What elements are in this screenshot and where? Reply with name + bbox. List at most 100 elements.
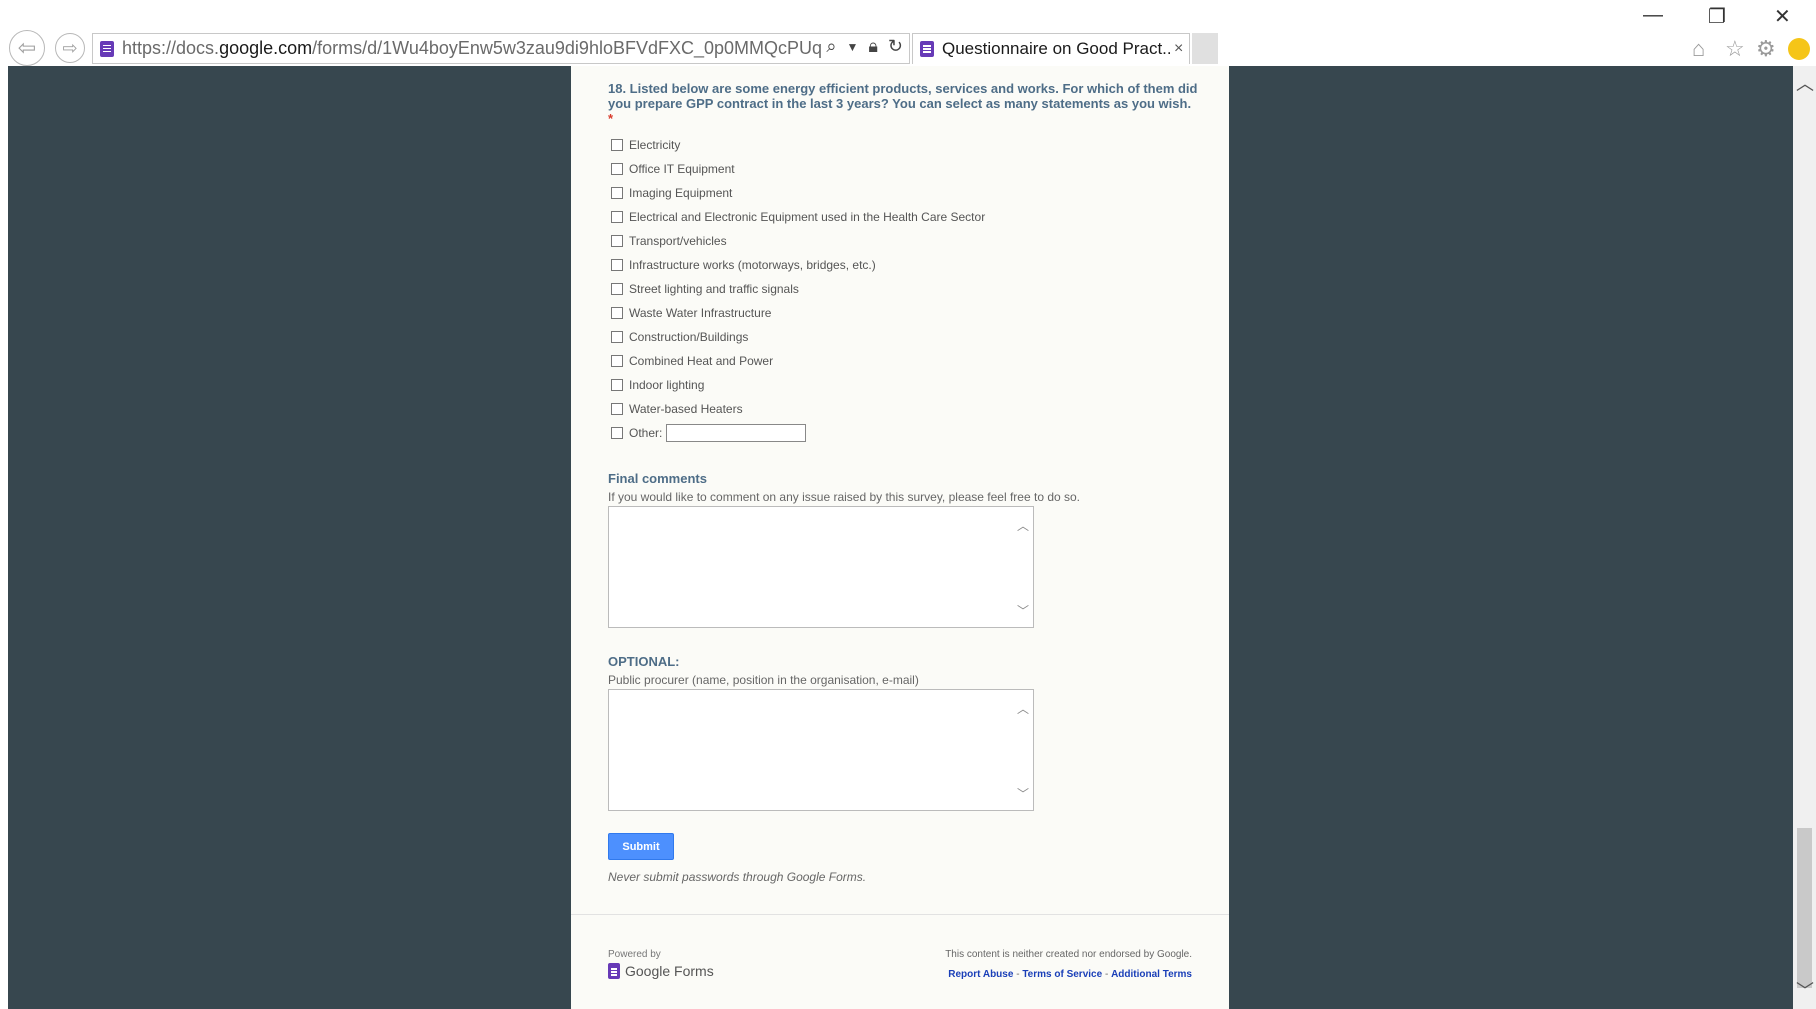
option-item[interactable]: Waste Water Infrastructure: [608, 301, 1198, 325]
final-comments-textarea[interactable]: ︿ ﹀: [608, 506, 1034, 628]
lock-icon[interactable]: 🔒︎: [868, 36, 878, 57]
url-text[interactable]: https://docs.google.com/forms/d/1Wu4boyE…: [122, 38, 822, 59]
option-label: Water-based Heaters: [629, 402, 743, 416]
tab-close-icon[interactable]: ×: [1174, 40, 1183, 58]
dropdown-arrow-icon[interactable]: ▼: [846, 36, 858, 57]
forward-button[interactable]: ⇨: [55, 33, 85, 63]
option-item[interactable]: Electricity: [608, 133, 1198, 157]
checkbox[interactable]: [611, 235, 623, 247]
settings-gear-icon[interactable]: ⚙: [1756, 36, 1776, 62]
checkbox[interactable]: [611, 307, 623, 319]
option-item[interactable]: Indoor lighting: [608, 373, 1198, 397]
question-text: 18. Listed below are some energy efficie…: [608, 81, 1198, 111]
link-separator: -: [1102, 969, 1112, 980]
url-domain: google.com: [219, 38, 313, 58]
option-label: Transport/vehicles: [629, 234, 727, 248]
forms-favicon-icon: [100, 40, 114, 57]
option-label: Combined Heat and Power: [629, 354, 774, 368]
checkbox[interactable]: [611, 427, 623, 439]
checkbox[interactable]: [611, 187, 623, 199]
scroll-down-icon[interactable]: ﹀: [1017, 602, 1029, 619]
tab-questionnaire[interactable]: Questionnaire on Good Pract... ×: [912, 33, 1190, 64]
optional-help: Public procurer (name, position in the o…: [608, 673, 919, 687]
option-item[interactable]: Construction/Buildings: [608, 325, 1198, 349]
optional-title: OPTIONAL:: [608, 654, 680, 669]
footer-links: Report Abuse - Terms of Service - Additi…: [945, 969, 1192, 980]
required-marker: *: [608, 111, 614, 126]
checkbox[interactable]: [611, 331, 623, 343]
disclaimer-text: This content is neither created nor endo…: [945, 949, 1192, 960]
search-icon[interactable]: ⌕: [826, 36, 836, 57]
browser-chrome: ⇦ ⇨ https://docs.google.com/forms/d/1Wu4…: [0, 0, 1816, 66]
home-icon[interactable]: ⌂: [1692, 36, 1705, 62]
option-item[interactable]: Street lighting and traffic signals: [608, 277, 1198, 301]
checkbox[interactable]: [611, 163, 623, 175]
submit-button[interactable]: Submit: [608, 833, 674, 860]
option-label: Office IT Equipment: [629, 162, 735, 176]
option-item[interactable]: Infrastructure works (motorways, bridges…: [608, 253, 1198, 277]
other-label: Other:: [629, 426, 663, 440]
scroll-up-arrow-icon[interactable]: ︿: [1796, 70, 1814, 96]
minimize-icon[interactable]: —: [1643, 4, 1663, 27]
footer-divider: [571, 914, 1229, 915]
optional-textarea[interactable]: ︿ ﹀: [608, 689, 1034, 811]
restore-icon[interactable]: ❐: [1708, 4, 1726, 29]
google-forms-logo[interactable]: Google Forms: [608, 963, 714, 979]
form-content: 18. Listed below are some energy efficie…: [608, 81, 1198, 884]
feedback-smiley-icon[interactable]: [1788, 38, 1810, 60]
option-label: Construction/Buildings: [629, 330, 749, 344]
powered-by-text: Powered by: [608, 949, 661, 960]
new-tab-button[interactable]: [1192, 33, 1218, 64]
favorites-star-icon[interactable]: ☆: [1725, 36, 1745, 62]
link-separator: -: [1013, 969, 1023, 980]
checkbox[interactable]: [611, 379, 623, 391]
checkbox[interactable]: [611, 403, 623, 415]
back-button[interactable]: ⇦: [9, 30, 45, 66]
scroll-down-icon[interactable]: ﹀: [1017, 785, 1029, 802]
option-item[interactable]: Water-based Heaters: [608, 397, 1198, 421]
final-comments-title: Final comments: [608, 471, 707, 486]
option-label: Infrastructure works (motorways, bridges…: [629, 258, 876, 272]
report-abuse-link[interactable]: Report Abuse: [948, 969, 1013, 980]
page-scrollbar[interactable]: ︿ ﹀: [1793, 66, 1816, 1009]
forward-arrow-icon: ⇨: [62, 37, 78, 58]
option-label: Street lighting and traffic signals: [629, 282, 799, 296]
option-label: Electricity: [629, 138, 681, 152]
address-bar[interactable]: https://docs.google.com/forms/d/1Wu4boyE…: [92, 33, 910, 64]
close-window-icon[interactable]: ✕: [1774, 4, 1791, 29]
terms-of-service-link[interactable]: Terms of Service: [1022, 969, 1102, 980]
option-item[interactable]: Transport/vehicles: [608, 229, 1198, 253]
option-item[interactable]: Imaging Equipment: [608, 181, 1198, 205]
option-label: Imaging Equipment: [629, 186, 733, 200]
option-item[interactable]: Office IT Equipment: [608, 157, 1198, 181]
option-item[interactable]: Electrical and Electronic Equipment used…: [608, 205, 1198, 229]
question-title: 18. Listed below are some energy efficie…: [608, 81, 1198, 126]
tab-title: Questionnaire on Good Pract...: [942, 39, 1170, 58]
checkbox[interactable]: [611, 283, 623, 295]
other-text-input[interactable]: [666, 424, 807, 442]
scroll-up-icon[interactable]: ︿: [1017, 517, 1029, 534]
additional-terms-link[interactable]: Additional Terms: [1111, 969, 1192, 980]
form-card: 18. Listed below are some energy efficie…: [571, 66, 1229, 1009]
back-arrow-icon: ⇦: [17, 35, 37, 60]
options-list: Electricity Office IT Equipment Imaging Eq…: [608, 133, 1198, 421]
url-prefix: https://docs.: [122, 38, 220, 58]
footer-links-block: This content is neither created nor endo…: [945, 949, 1192, 980]
google-forms-brand: Google Forms: [625, 963, 714, 979]
page-background: 18. Listed below are some energy efficie…: [8, 66, 1793, 1009]
scroll-down-arrow-icon[interactable]: ﹀: [1796, 977, 1814, 1003]
option-item[interactable]: Combined Heat and Power: [608, 349, 1198, 373]
checkbox[interactable]: [611, 211, 623, 223]
final-comments-help: If you would like to comment on any issu…: [608, 490, 1081, 504]
option-label: Electrical and Electronic Equipment used…: [629, 210, 986, 224]
checkbox[interactable]: [611, 259, 623, 271]
scroll-thumb[interactable]: [1797, 828, 1812, 988]
checkbox[interactable]: [611, 355, 623, 367]
powered-by-block: Powered by Google Forms: [608, 949, 714, 979]
option-label: Indoor lighting: [629, 378, 705, 392]
refresh-icon[interactable]: ↻: [888, 36, 903, 57]
scroll-up-icon[interactable]: ︿: [1017, 700, 1029, 717]
option-other[interactable]: Other:: [608, 421, 1198, 445]
checkbox[interactable]: [611, 139, 623, 151]
option-label: Waste Water Infrastructure: [629, 306, 772, 320]
